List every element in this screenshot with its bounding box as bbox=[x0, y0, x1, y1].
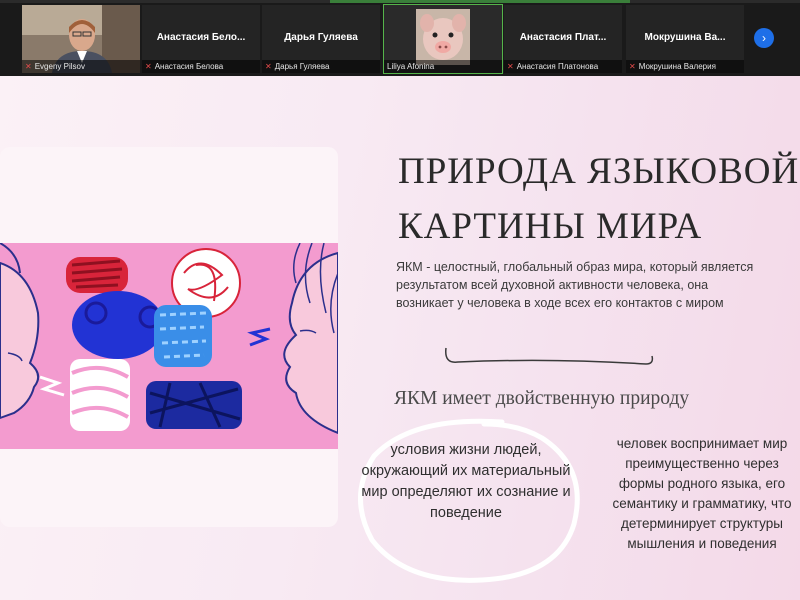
two-faces-speech-illustration bbox=[0, 243, 338, 449]
shared-slide: ПРИРОДА ЯЗЫКОВОЙ КАРТИНЫ МИРА ЯКМ - цело… bbox=[0, 76, 800, 600]
participant-name: Мокрушина Валерия bbox=[638, 62, 716, 71]
participant-display-name: Анастасия Плат... bbox=[519, 32, 607, 43]
nature-point-2-line: мышления и поведения bbox=[627, 536, 777, 551]
slide-title: ПРИРОДА ЯЗЫКОВОЙ КАРТИНЫ МИРА bbox=[398, 144, 800, 254]
slide-subtitle: ЯКМ имеет двойственную природу bbox=[394, 388, 690, 409]
participant-tile[interactable]: Анастасия Плат... ✕ Анастасия Платонова bbox=[504, 5, 622, 73]
participant-name: Анастасия Платонова bbox=[516, 62, 599, 71]
mic-muted-icon: ✕ bbox=[629, 62, 636, 71]
nature-point-2-line: человек воспринимает мир bbox=[616, 436, 788, 451]
participant-display-name: Анастасия Бело... bbox=[156, 32, 246, 43]
decorative-flourish bbox=[445, 347, 654, 365]
mic-muted-icon: ✕ bbox=[265, 62, 272, 71]
participant-name: Evgeny Pilsov bbox=[34, 62, 85, 71]
participant-tile[interactable]: ✕ Evgeny Pilsov bbox=[22, 5, 140, 73]
participant-tile[interactable]: Дарья Гуляева ✕ Дарья Гуляева bbox=[262, 5, 380, 73]
nature-point-2-line: семантику и грамматику, что bbox=[612, 496, 792, 511]
participant-display-name: Дарья Гуляева bbox=[284, 32, 358, 43]
nature-point-1: условия жизни людей, окружающий их матер… bbox=[361, 442, 571, 521]
nature-point-2-line: детерминирует структуры bbox=[621, 516, 783, 531]
share-indicator-active bbox=[330, 0, 630, 3]
participant-footer: ✕ Evgeny Pilsov bbox=[22, 60, 140, 73]
participant-name: Анастасия Белова bbox=[154, 62, 224, 71]
participant-footer: ✕ Анастасия Белова bbox=[142, 60, 260, 73]
participant-footer: ✕ Анастасия Платонова bbox=[504, 60, 622, 73]
chevron-right-icon[interactable]: › bbox=[754, 28, 774, 48]
participant-footer: Liliya Afonina bbox=[384, 60, 502, 73]
participant-tile[interactable]: Анастасия Бело... ✕ Анастасия Белова bbox=[142, 5, 260, 73]
participant-name: Liliya Afonina bbox=[387, 62, 435, 71]
participant-strip: ✕ Evgeny Pilsov Анастасия Бело... ✕ Анаста… bbox=[0, 0, 800, 76]
share-indicator-bar bbox=[0, 0, 800, 3]
participant-name: Дарья Гуляева bbox=[274, 62, 330, 71]
slide-title-line-1: ПРИРОДА ЯЗЫКОВОЙ bbox=[398, 151, 800, 192]
nature-point-2-line: преимущественно через bbox=[625, 456, 779, 471]
mic-muted-icon: ✕ bbox=[145, 62, 152, 71]
participant-display-name: Мокрушина Ва... bbox=[644, 32, 726, 43]
nature-point-2: человек воспринимает мир преимущественно… bbox=[604, 434, 800, 554]
participant-footer: ✕ Дарья Гуляева bbox=[262, 60, 380, 73]
nature-point-2-line: формы родного языка, его bbox=[618, 476, 786, 491]
slide-title-line-2: КАРТИНЫ МИРА bbox=[398, 206, 703, 247]
participant-tile[interactable]: Мокрушина Ва... ✕ Мокрушина Валерия bbox=[626, 5, 744, 73]
participant-footer: ✕ Мокрушина Валерия bbox=[626, 60, 744, 73]
mic-muted-icon: ✕ bbox=[507, 62, 514, 71]
participant-tile[interactable]: Liliya Afonina bbox=[383, 4, 503, 74]
definition-text: ЯКМ - целостный, глобальный образ мира, … bbox=[396, 260, 754, 310]
mic-muted-icon: ✕ bbox=[25, 62, 32, 71]
